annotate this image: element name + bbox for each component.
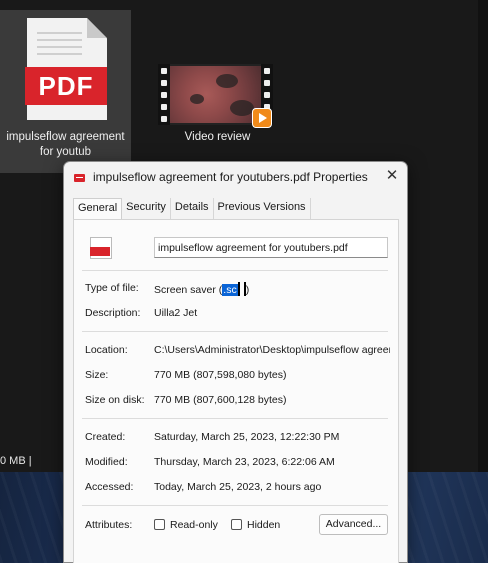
type-of-file-value: Screen saver (.sc) (154, 282, 249, 296)
created-value: Saturday, March 25, 2023, 12:22:30 PM (154, 431, 340, 443)
pdf-file-icon (90, 237, 112, 259)
hidden-checkbox[interactable] (231, 519, 242, 530)
read-only-checkbox[interactable] (154, 519, 165, 530)
properties-dialog: impulseflow agreement for youtubers.pdf … (63, 161, 408, 563)
tab-security[interactable]: Security (122, 198, 171, 219)
description-label: Description: (85, 307, 141, 319)
size-label: Size: (85, 369, 109, 381)
pdf-file-icon (74, 174, 85, 182)
modified-label: Modified: (85, 456, 128, 468)
tab-previous-versions[interactable]: Previous Versions (214, 198, 311, 219)
size-on-disk-label: Size on disk: (85, 394, 145, 406)
tab-general[interactable]: General (73, 198, 123, 220)
created-label: Created: (85, 431, 126, 443)
location-value: C:\Users\Administrator\Desktop\impulsefl… (154, 344, 390, 356)
filename-field[interactable]: impulseflow agreement for youtubers.pdf (154, 237, 388, 258)
description-value: Uilla2 Jet (154, 307, 198, 319)
tab-bar: General Security Details Previous Versio… (73, 198, 311, 220)
divider (82, 331, 388, 332)
type-of-file-text: Screen saver ( (154, 284, 223, 296)
accessed-label: Accessed: (85, 481, 134, 493)
close-button[interactable]: ✕ (383, 167, 401, 185)
film-strip-icon (158, 64, 170, 125)
attributes-label: Attributes: (85, 519, 133, 531)
type-of-file-close: ) (245, 284, 250, 296)
document-lines (37, 32, 82, 60)
dialog-title: impulseflow agreement for youtubers.pdf … (93, 170, 368, 184)
divider (82, 418, 388, 419)
video-icon-label[interactable]: Video review (150, 131, 285, 143)
status-bar-fragment: 0 MB | (0, 455, 32, 467)
size-value: 770 MB (807,598,080 bytes) (154, 369, 287, 381)
desktop-icon-pdf[interactable]: PDF impulseflow agreement for youtub (0, 10, 131, 173)
accessed-value: Today, March 25, 2023, 2 hours ago (154, 481, 322, 493)
modified-value: Thursday, March 23, 2023, 6:22:06 AM (154, 456, 335, 468)
size-on-disk-value: 770 MB (807,600,128 bytes) (154, 394, 287, 406)
page-fold (87, 18, 107, 38)
video-thumbnail (170, 66, 261, 123)
text-cursor-icon (237, 282, 246, 296)
location-label: Location: (85, 344, 128, 356)
pdf-icon-label: impulseflow agreement for youtub (6, 131, 125, 158)
advanced-button[interactable]: Advanced... (319, 514, 388, 535)
pdf-badge: PDF (25, 67, 107, 105)
general-panel: impulseflow agreement for youtubers.pdf … (73, 219, 399, 563)
divider (82, 505, 388, 506)
read-only-label[interactable]: Read-only (170, 519, 218, 531)
dialog-titlebar[interactable]: impulseflow agreement for youtubers.pdf … (64, 162, 407, 192)
selected-extension: .sc (222, 284, 238, 296)
divider (82, 270, 388, 271)
vlc-icon (252, 108, 272, 128)
desktop: 0 MB | PDF impulseflow agreement for you… (0, 0, 488, 563)
type-of-file-label: Type of file: (85, 282, 139, 294)
hidden-label[interactable]: Hidden (247, 519, 280, 531)
tab-details[interactable]: Details (171, 198, 214, 219)
